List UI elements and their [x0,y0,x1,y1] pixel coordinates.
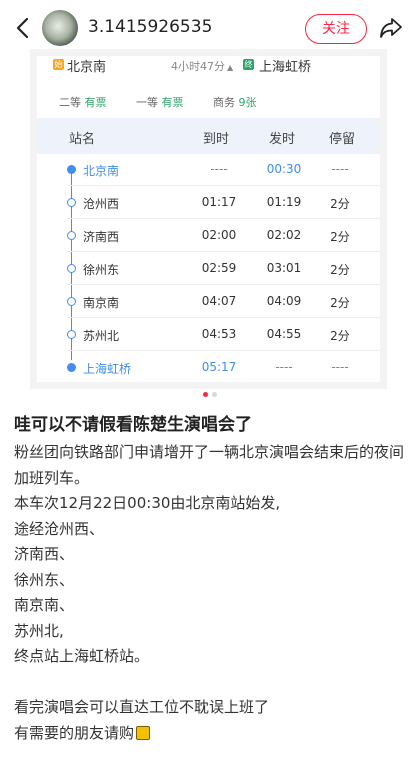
origin-station: 北京南 [67,60,107,75]
col-depart: 发时 [269,132,296,147]
stop-arrive: 01:17 [201,195,237,209]
stop-station: 苏州北 [83,329,120,343]
stop-dot [67,231,76,240]
stop-station: 北京南 [83,164,120,178]
paragraph-last: 有需要的朋友请购 [14,721,408,747]
stop-arrive: ---- [210,162,228,176]
stop-stay: 2分 [330,197,350,211]
paragraph: 苏州北, [14,621,64,640]
stop-station: 济南西 [83,230,120,244]
table-row: 苏州北 04:53 04:55 2分 [37,319,380,351]
table-row: 沧州西 01:17 01:19 2分 [37,187,380,219]
stop-stay: 2分 [330,230,350,244]
table-row: 上海虹桥 05:17 ---- ---- [37,352,380,384]
table-row: 徐州东 02:59 03:01 2分 [37,253,380,285]
paragraph: 徐州东、 [14,570,75,589]
seat-first-class: 一等 有票 [136,96,184,109]
pager-dot[interactable] [212,392,217,397]
col-arrive: 到时 [203,132,230,147]
stop-depart: 04:55 [266,327,302,341]
pager-dot-active[interactable] [203,392,208,397]
stop-station: 上海虹桥 [83,362,132,376]
stop-depart: 00:30 [266,162,302,176]
stop-stay: 2分 [330,296,350,310]
stop-depart: 03:01 [266,261,302,275]
stop-depart: ---- [275,360,293,374]
stop-station: 徐州东 [83,263,120,277]
paragraph: 粉丝团向铁路部门申请增开了一辆北京演唱会结束后的夜间加班列车。 [14,443,405,487]
col-stay: 停留 [329,132,356,147]
stop-arrive: 04:07 [201,294,237,308]
follow-button[interactable]: 关注 [305,14,367,44]
post-image-train-schedule[interactable]: 始 北京南 4小时47分 ▲ 终 上海虹桥 二等 有票 一等 有票 商务 9张 站… [37,56,380,382]
caret-up-icon: ▲ [227,63,234,72]
paragraph: 本车次12月22日00:30由北京南站始发, [14,494,281,512]
col-station: 站名 [69,132,96,147]
stop-stay: ---- [331,360,349,374]
image-pager [0,392,420,400]
destination-station: 上海虹桥 [259,60,312,75]
stop-station: 南京南 [83,296,120,310]
stop-station: 沧州西 [83,197,120,211]
paragraph: 南京南、 [14,596,75,614]
stop-dot [67,363,76,372]
ticket-emoji-icon [136,725,151,740]
post-body: 粉丝团向铁路部门申请增开了一辆北京演唱会结束后的夜间加班列车。 本车次12月22… [14,440,408,746]
schedule-header: 站名 到时 发时 停留 [37,118,380,154]
stop-dot [67,165,76,174]
paragraph-blank [14,670,408,696]
stop-arrive: 02:00 [201,228,237,242]
stop-depart: 04:09 [266,294,302,308]
start-tag: 始 [53,59,64,70]
stop-dot [67,198,76,207]
stop-dot [67,297,76,306]
stop-arrive: 04:53 [201,327,237,341]
chevron-left-icon[interactable] [12,16,36,40]
table-row: 南京南 04:07 04:09 2分 [37,286,380,318]
stop-depart: 01:19 [266,195,302,209]
seat-business-class: 商务 9张 [213,96,257,109]
top-bar: 3.1415926535 关注 [0,0,420,56]
stop-stay: 2分 [330,329,350,343]
share-arrow-icon[interactable] [378,15,404,41]
seat-availability: 二等 有票 一等 有票 商务 9张 [37,90,380,116]
paragraph: 济南西、 [14,545,75,563]
duration: 4小时47分 ▲ [171,60,234,73]
stop-stay: ---- [331,162,349,176]
paragraph: 终点站上海虹桥站。 [14,647,150,665]
stop-arrive: 02:59 [201,261,237,275]
username[interactable]: 3.1415926535 [88,17,212,37]
table-row: 北京南 ---- 00:30 ---- [37,154,380,186]
avatar[interactable] [42,10,78,46]
paragraph: 看完演唱会可以直达工位不耽误上班了 [14,698,270,716]
stop-dot [67,330,76,339]
end-tag: 终 [243,59,254,70]
stop-arrive: 05:17 [201,360,237,374]
table-row: 济南西 02:00 02:02 2分 [37,220,380,252]
post-title: 哇可以不请假看陈楚生演唱会了 [14,415,252,435]
stop-stay: 2分 [330,263,350,277]
seat-second-class: 二等 有票 [59,96,107,109]
route-header: 始 北京南 4小时47分 ▲ 终 上海虹桥 [37,56,380,84]
paragraph: 途经沧州西、 [14,519,105,538]
stop-depart: 02:02 [266,228,302,242]
stop-dot [67,264,76,273]
